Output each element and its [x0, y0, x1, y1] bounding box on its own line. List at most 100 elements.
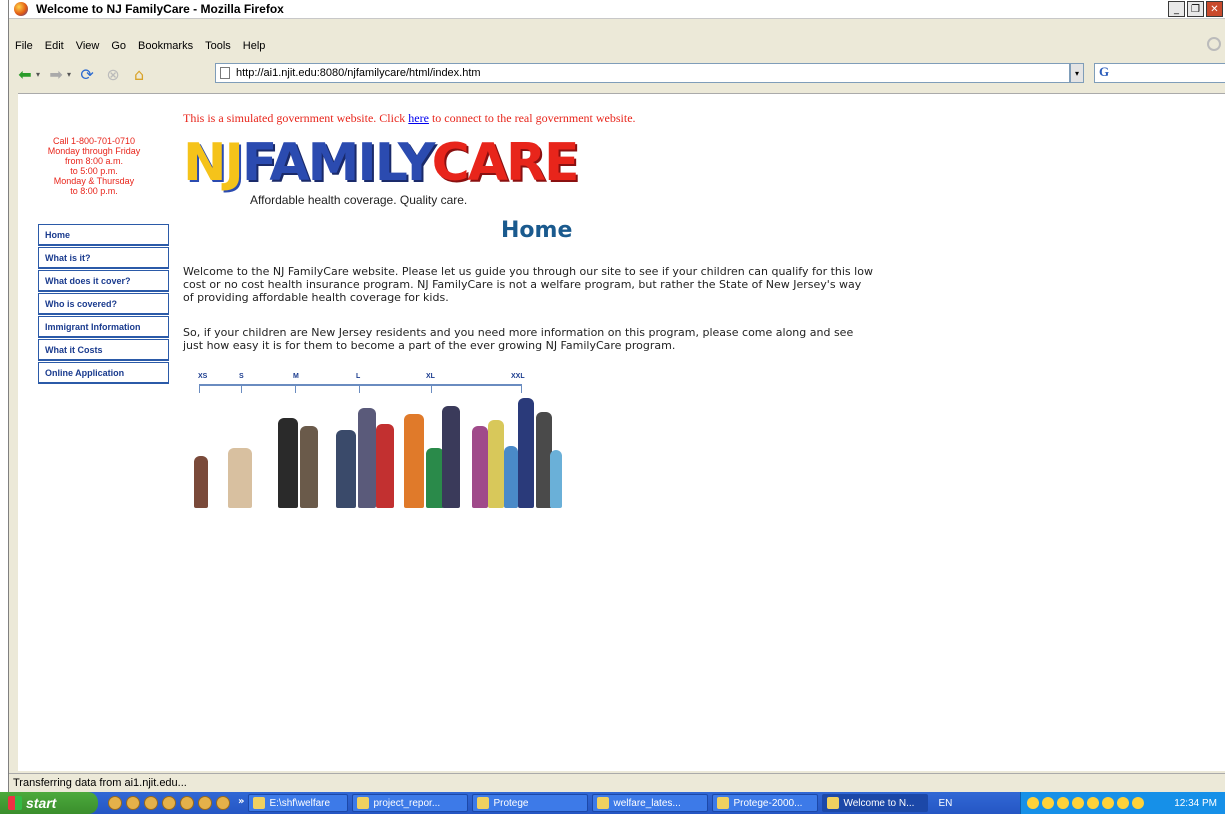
maximize-button[interactable]: ❐: [1187, 1, 1204, 17]
screen: Welcome to NJ FamilyCare - Mozilla Firef…: [0, 0, 1225, 814]
call-line: Monday through Friday: [47, 146, 141, 156]
person-figure: [488, 420, 504, 508]
menu-go[interactable]: Go: [105, 40, 132, 52]
start-button[interactable]: start: [0, 792, 98, 814]
tray-icon[interactable]: [1027, 797, 1039, 809]
sidebar-item-what-is-it[interactable]: What is it?: [38, 247, 169, 269]
windows-flag-icon: [8, 796, 22, 810]
quick-launch-icon[interactable]: [144, 796, 158, 810]
person-figure: [404, 414, 424, 508]
sidebar-item-home[interactable]: Home: [38, 224, 169, 246]
quick-launch-icon[interactable]: [198, 796, 212, 810]
size-scale-line: [199, 384, 521, 386]
menu-edit[interactable]: Edit: [39, 40, 70, 52]
quick-launch-icon[interactable]: [126, 796, 140, 810]
call-line: to 8:00 p.m.: [70, 186, 118, 196]
family-sizes-image: XS S M L XL XXL: [186, 371, 564, 512]
firefox-icon: [717, 797, 730, 809]
tray-icon[interactable]: [1087, 797, 1099, 809]
quick-launch-icon[interactable]: [162, 796, 176, 810]
taskbar-button[interactable]: welfare_lates...: [592, 794, 709, 812]
tray-icon[interactable]: [1072, 797, 1084, 809]
stop-icon[interactable]: ⊗: [103, 64, 123, 84]
size-label: XS: [198, 373, 208, 380]
quick-launch: »: [108, 796, 244, 810]
person-figure: [228, 448, 252, 508]
window-title: Welcome to NJ FamilyCare - Mozilla Firef…: [36, 2, 284, 16]
browser-window: Welcome to NJ FamilyCare - Mozilla Firef…: [8, 0, 1225, 814]
menu-help[interactable]: Help: [237, 40, 272, 52]
tray-icon[interactable]: [1057, 797, 1069, 809]
task-label: Protege: [493, 797, 529, 809]
tray-icon[interactable]: [1042, 797, 1054, 809]
taskbar-button[interactable]: Protege-2000...: [712, 794, 819, 812]
reload-icon[interactable]: ⟳: [77, 64, 97, 84]
task-label: welfare_lates...: [613, 797, 681, 809]
url-dropdown-button[interactable]: ▾: [1070, 63, 1084, 83]
sidebar-nav: Home What is it? What does it cover? Who…: [38, 224, 169, 385]
task-label: Welcome to N...: [843, 797, 915, 809]
person-figure: [194, 456, 208, 508]
back-dropdown-icon[interactable]: ▾: [36, 70, 40, 79]
njfamilycare-logo: NJFAMILYCARE Affordable health coverage.…: [183, 133, 580, 209]
menu-bookmarks[interactable]: Bookmarks: [132, 40, 199, 52]
taskbar-button[interactable]: project_repor...: [352, 794, 469, 812]
call-line: Monday & Thursday: [53, 176, 135, 186]
scale-tick: [199, 384, 200, 393]
tray-icon[interactable]: [1117, 797, 1129, 809]
start-label: start: [26, 795, 57, 811]
word-icon: [357, 797, 370, 809]
task-label: Protege-2000...: [733, 797, 803, 809]
here-link[interactable]: here: [408, 111, 429, 125]
protege-icon: [477, 797, 490, 809]
sidebar-item-immigrant-information[interactable]: Immigrant Information: [38, 316, 169, 338]
forward-dropdown-icon[interactable]: ▾: [67, 70, 71, 79]
menu-file[interactable]: File: [9, 40, 39, 52]
call-info: Call 1-800-701-0710 Monday through Frida…: [32, 136, 156, 196]
simulation-notice: This is a simulated government website. …: [183, 111, 636, 126]
person-figure: [376, 424, 394, 508]
size-label: XXL: [511, 373, 525, 380]
quick-launch-icon[interactable]: [108, 796, 122, 810]
search-box[interactable]: G: [1094, 63, 1225, 83]
quick-launch-icon[interactable]: [180, 796, 194, 810]
taskbar-button[interactable]: Protege: [472, 794, 589, 812]
info-paragraph: So, if your children are New Jersey resi…: [183, 326, 854, 352]
firefox-icon: [14, 2, 28, 16]
back-icon[interactable]: ⬅: [15, 64, 35, 84]
task-label: project_repor...: [373, 797, 441, 809]
tray-icon[interactable]: [1132, 797, 1144, 809]
menu-tools[interactable]: Tools: [199, 40, 237, 52]
person-figure: [442, 406, 460, 508]
clock[interactable]: 12:34 PM: [1174, 798, 1217, 809]
language-indicator[interactable]: EN: [938, 798, 952, 809]
size-label: M: [293, 373, 299, 380]
tray-icon[interactable]: [1102, 797, 1114, 809]
sidebar-item-online-application[interactable]: Online Application: [38, 362, 169, 384]
minimize-button[interactable]: _: [1168, 1, 1185, 17]
url-text[interactable]: http://ai1.njit.edu:8080/njfamilycare/ht…: [236, 67, 481, 79]
scale-tick: [295, 384, 296, 393]
size-label: S: [239, 373, 244, 380]
sidebar-item-who-is-covered[interactable]: Who is covered?: [38, 293, 169, 315]
quick-launch-icon[interactable]: [216, 796, 230, 810]
sidebar-item-what-it-costs[interactable]: What it Costs: [38, 339, 169, 361]
page-content: This is a simulated government website. …: [18, 93, 1225, 771]
menu-view[interactable]: View: [70, 40, 106, 52]
home-icon[interactable]: ⌂: [129, 64, 149, 84]
title-bar[interactable]: Welcome to NJ FamilyCare - Mozilla Firef…: [9, 0, 1225, 19]
window-controls: _ ❐ ✕: [1168, 1, 1223, 17]
task-label: E:\shf\welfare: [269, 797, 331, 809]
address-bar[interactable]: http://ai1.njit.edu:8080/njfamilycare/ht…: [215, 63, 1070, 83]
taskbar-button[interactable]: E:\shf\welfare: [248, 794, 349, 812]
status-bar: Transferring data from ai1.njit.edu...: [9, 773, 1225, 791]
logo-family: FAMILY: [241, 133, 434, 193]
sidebar-item-what-does-it-cover[interactable]: What does it cover?: [38, 270, 169, 292]
quick-launch-more-icon[interactable]: »: [238, 796, 244, 810]
person-figure: [550, 450, 562, 508]
intro-paragraph: Welcome to the NJ FamilyCare website. Pl…: [183, 265, 873, 304]
forward-icon[interactable]: ➡: [46, 64, 66, 84]
page-title: Home: [501, 218, 573, 243]
close-button[interactable]: ✕: [1206, 1, 1223, 17]
taskbar-button-active[interactable]: Welcome to N...: [822, 794, 929, 812]
